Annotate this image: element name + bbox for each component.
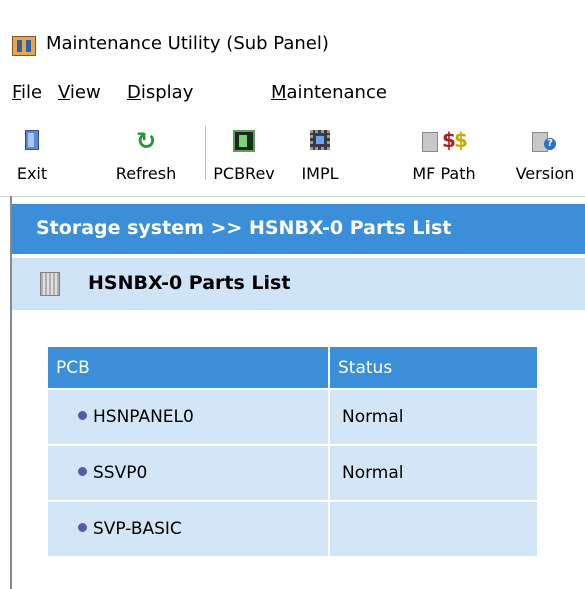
breadcrumb: Storage system >> HSNBX-0 Parts List [12,204,585,254]
table-row[interactable]: SSVP0 Normal [48,444,537,500]
hardware-box-icon [40,272,60,296]
section-header: HSNBX-0 Parts List [12,258,585,310]
page-title: HSNBX-0 Parts List [88,272,291,294]
menu-bar: File View Display Maintenance [0,76,585,116]
window-title: Maintenance Utility (Sub Panel) [46,33,329,54]
refresh-button[interactable]: ↻ Refresh [110,127,182,190]
column-header-status[interactable]: Status [328,347,537,388]
status-cell [328,500,537,556]
menu-view[interactable]: View [58,82,101,103]
table-row[interactable]: SVP-BASIC [48,500,537,556]
exit-button[interactable]: Exit [12,130,52,190]
bullet-icon [78,522,87,532]
column-header-pcb[interactable]: PCB [48,347,328,388]
pcb-board-icon [233,130,255,152]
menu-display[interactable]: Display [127,82,193,103]
exit-icon [25,130,39,150]
mf-path-button[interactable]: $ $ MF Path [404,128,484,190]
pcbrev-button[interactable]: PCBRev [212,130,276,190]
pcb-cell: SVP-BASIC [48,500,328,556]
panel-border [10,196,12,589]
menu-file[interactable]: File [12,82,42,103]
mf-path-icon: $ $ [422,128,468,152]
parts-table: PCB Status HSNPANEL0 Normal SSVP0 Normal… [48,347,537,556]
bullet-icon [78,466,87,476]
pcb-cell: HSNPANEL0 [48,388,328,444]
table-header-row: PCB Status [48,347,537,388]
pcb-cell: SSVP0 [48,444,328,500]
chip-icon [310,130,330,150]
app-icon [12,36,36,56]
breadcrumb-text: Storage system >> HSNBX-0 Parts List [36,217,452,239]
menu-maintenance[interactable]: Maintenance [271,82,387,103]
table-row[interactable]: HSNPANEL0 Normal [48,388,537,444]
version-button[interactable]: ? Version [512,130,578,190]
title-bar: Maintenance Utility (Sub Panel) [0,0,585,76]
refresh-icon: ↻ [135,127,157,155]
toolbar: Exit ↻ Refresh PCBRev IMPL $ $ MF Path ? … [0,116,585,197]
impl-button[interactable]: IMPL [296,130,344,190]
toolbar-separator [205,126,206,180]
bullet-icon [78,410,87,420]
status-cell: Normal [328,444,537,500]
status-cell: Normal [328,388,537,444]
version-info-icon: ? [532,130,558,152]
